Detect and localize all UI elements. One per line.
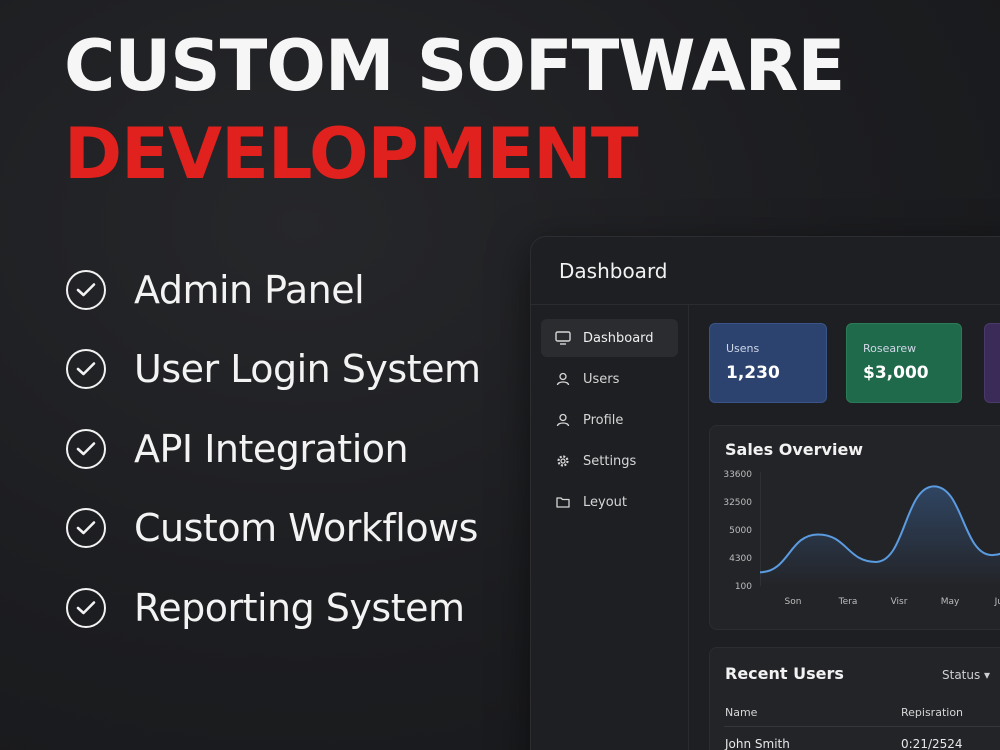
check-circle-icon bbox=[66, 428, 106, 469]
status-dropdown[interactable]: Status ▾ bbox=[942, 668, 990, 682]
x-tick-label: Visr bbox=[890, 597, 908, 607]
feature-label: Custom Workflows bbox=[134, 506, 478, 551]
x-tick-label: May bbox=[940, 597, 960, 607]
check-circle-icon bbox=[66, 508, 106, 549]
headline-line-2: DEVELOPMENT bbox=[64, 113, 639, 195]
y-tick-label: 5000 bbox=[729, 526, 752, 536]
sales-overview-title: Sales Overview bbox=[725, 440, 864, 459]
feature-item: Custom Workflows bbox=[66, 489, 481, 569]
column-header-name: Name bbox=[725, 706, 758, 719]
y-tick-label: 32500 bbox=[723, 498, 752, 508]
sidebar-item-layout[interactable]: Leyout bbox=[541, 483, 678, 521]
x-tick-label: Tera bbox=[838, 597, 858, 607]
sidebar-item-label: Dashboard bbox=[583, 330, 654, 346]
stat-value: $3,000 bbox=[863, 363, 929, 383]
row-divider bbox=[724, 726, 1000, 727]
stat-card-partial[interactable] bbox=[984, 323, 1000, 403]
dashboard-sidebar: Dashboard Users Profile Settings Leyout bbox=[531, 305, 689, 750]
feature-label: Reporting System bbox=[134, 585, 465, 630]
feature-item: User Login System bbox=[66, 330, 481, 410]
stat-label: Usens bbox=[726, 342, 760, 355]
x-tick-label: Son bbox=[784, 597, 802, 607]
table-cell-name[interactable]: John Smith bbox=[725, 737, 790, 750]
check-circle-icon bbox=[66, 587, 106, 628]
feature-label: API Integration bbox=[134, 426, 409, 471]
sales-line-chart bbox=[760, 472, 1000, 586]
recent-users-title: Recent Users bbox=[725, 664, 844, 683]
y-tick-label: 100 bbox=[734, 582, 752, 592]
sidebar-item-users[interactable]: Users bbox=[541, 360, 678, 398]
feature-item: API Integration bbox=[66, 409, 481, 489]
feature-list: Admin Panel User Login System API Integr… bbox=[66, 250, 481, 648]
sidebar-item-label: Profile bbox=[583, 412, 624, 428]
sidebar-item-label: Users bbox=[583, 371, 620, 387]
headline: CUSTOM SOFTWARE DEVELOPMENT bbox=[64, 25, 845, 195]
headline-line-1: CUSTOM SOFTWARE bbox=[64, 25, 845, 107]
sidebar-item-settings[interactable]: Settings bbox=[541, 442, 678, 480]
user-icon bbox=[555, 371, 571, 387]
monitor-icon bbox=[555, 330, 571, 346]
feature-item: Admin Panel bbox=[66, 250, 481, 330]
gear-icon bbox=[555, 453, 571, 469]
sales-overview-panel: Sales Overview 33600 32500 5000 4300 100… bbox=[709, 425, 1000, 630]
table-cell-registration: 0:21/2524 bbox=[901, 737, 963, 750]
sidebar-item-label: Settings bbox=[583, 453, 637, 469]
feature-label: User Login System bbox=[134, 347, 481, 392]
sidebar-item-profile[interactable]: Profile bbox=[541, 401, 678, 439]
column-header-registration: Repisration bbox=[901, 706, 964, 719]
sidebar-item-label: Leyout bbox=[583, 494, 627, 510]
x-tick-label: Jul bbox=[994, 597, 1000, 607]
sales-area bbox=[760, 486, 1000, 586]
check-circle-icon bbox=[66, 269, 106, 310]
stat-value: 1,230 bbox=[726, 363, 780, 383]
recent-users-panel: Recent Users Status ▾ Name Repisration J… bbox=[709, 647, 1000, 750]
stat-card-revenue[interactable]: Rosearew $3,000 bbox=[846, 323, 962, 403]
dashboard-window: Dashboard Dashboard Users Profile Settin… bbox=[530, 236, 1000, 750]
folder-icon bbox=[555, 494, 571, 510]
user-icon bbox=[555, 412, 571, 428]
y-tick-label: 4300 bbox=[729, 554, 752, 564]
sidebar-item-dashboard[interactable]: Dashboard bbox=[541, 319, 678, 357]
feature-label: Admin Panel bbox=[134, 267, 365, 312]
check-circle-icon bbox=[66, 349, 106, 390]
stat-card-users[interactable]: Usens 1,230 bbox=[709, 323, 827, 403]
y-tick-label: 33600 bbox=[723, 470, 752, 480]
stat-label: Rosearew bbox=[863, 342, 917, 355]
feature-item: Reporting System bbox=[66, 568, 481, 648]
dashboard-header: Dashboard bbox=[531, 237, 1000, 305]
dashboard-title: Dashboard bbox=[559, 258, 668, 283]
